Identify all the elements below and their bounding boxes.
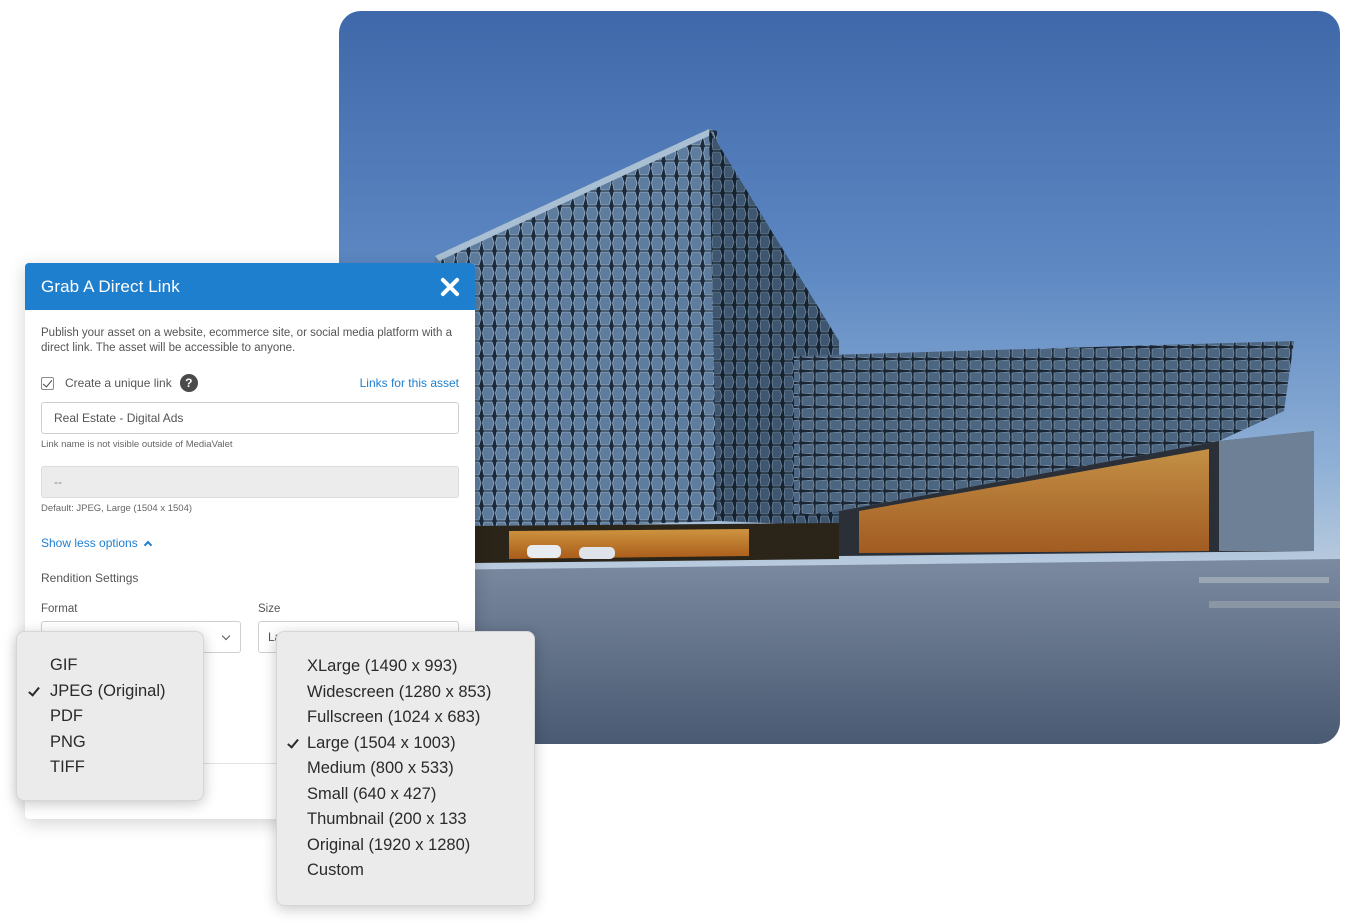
size-option-medium[interactable]: Medium (800 x 533) (277, 756, 534, 782)
menu-item-label: Small (640 x 427) (307, 784, 437, 803)
size-dropdown-menu: XLarge (1490 x 993) Widescreen (1280 x 8… (276, 631, 535, 906)
menu-item-label: Original (1920 x 1280) (307, 835, 471, 854)
check-icon (28, 683, 40, 697)
show-less-options-link[interactable]: Show less options (41, 536, 459, 550)
format-dropdown-menu: GIF JPEG (Original) PDF PNG TIFF (16, 631, 204, 801)
unique-link-label: Create a unique link (65, 376, 172, 390)
unique-link-checkbox[interactable] (41, 376, 54, 390)
size-option-large[interactable]: Large (1504 x 1003) (277, 731, 534, 757)
menu-item-label: TIFF (50, 758, 85, 776)
help-icon[interactable]: ? (179, 374, 198, 392)
link-name-hint: Link name is not visible outside of Medi… (41, 439, 233, 450)
format-option-tiff[interactable]: TIFF (17, 755, 203, 781)
menu-item-label: GIF (50, 656, 78, 674)
menu-item-label: PNG (50, 732, 86, 751)
format-option-pdf[interactable]: PDF (17, 704, 203, 730)
menu-item-label: Fullscreen (1024 x 683) (307, 708, 481, 726)
dialog-description: Publish your asset on a website, ecommer… (41, 327, 452, 354)
menu-item-label: Widescreen (1280 x 853) (307, 682, 492, 701)
link-name-value: Real Estate - Digital Ads (54, 411, 184, 425)
size-option-fullscreen[interactable]: Fullscreen (1024 x 683) (277, 705, 534, 731)
menu-item-label: Custom (307, 861, 364, 879)
unique-link-row: Create a unique link ? Links for this as… (41, 374, 459, 392)
menu-item-label: PDF (50, 707, 83, 725)
size-option-widescreen[interactable]: Widescreen (1280 x 853) (277, 680, 534, 706)
dialog-body: Publish your asset on a website, ecommer… (25, 310, 475, 653)
size-option-original[interactable]: Original (1920 x 1280) (277, 833, 534, 859)
rendition-settings-title: Rendition Settings (41, 571, 139, 585)
close-icon[interactable] (439, 276, 461, 298)
format-option-gif[interactable]: GIF (17, 653, 203, 679)
show-less-label: Show less options (41, 536, 138, 550)
default-hint: Default: JPEG, Large (1504 x 1504) (41, 503, 193, 514)
format-label: Format (41, 603, 78, 615)
url-value: -- (54, 475, 62, 489)
format-option-jpeg[interactable]: JPEG (Original) (17, 679, 203, 705)
size-option-small[interactable]: Small (640 x 427) (277, 782, 534, 808)
menu-item-label: Medium (800 x 533) (307, 759, 454, 777)
link-name-input[interactable]: Real Estate - Digital Ads (41, 402, 459, 434)
dialog-title: Grab A Direct Link (41, 276, 180, 296)
format-option-png[interactable]: PNG (17, 730, 203, 756)
menu-item-label: JPEG (Original) (50, 681, 166, 700)
menu-item-label: Large (1504 x 1003) (307, 733, 456, 752)
size-option-thumbnail[interactable]: Thumbnail (200 x 133 (277, 807, 534, 833)
size-option-custom[interactable]: Custom (277, 858, 534, 884)
menu-item-label: XLarge (1490 x 993) (307, 657, 458, 675)
url-field: -- (41, 466, 459, 498)
size-option-xlarge[interactable]: XLarge (1490 x 993) (277, 654, 534, 680)
menu-item-label: Thumbnail (200 x 133 (307, 810, 467, 828)
chevron-up-icon (143, 540, 152, 549)
size-label: Size (258, 603, 281, 615)
links-for-asset-link[interactable]: Links for this asset (360, 376, 459, 390)
chevron-down-icon (221, 631, 231, 641)
check-icon (287, 735, 299, 749)
dialog-header: Grab A Direct Link (25, 263, 475, 310)
